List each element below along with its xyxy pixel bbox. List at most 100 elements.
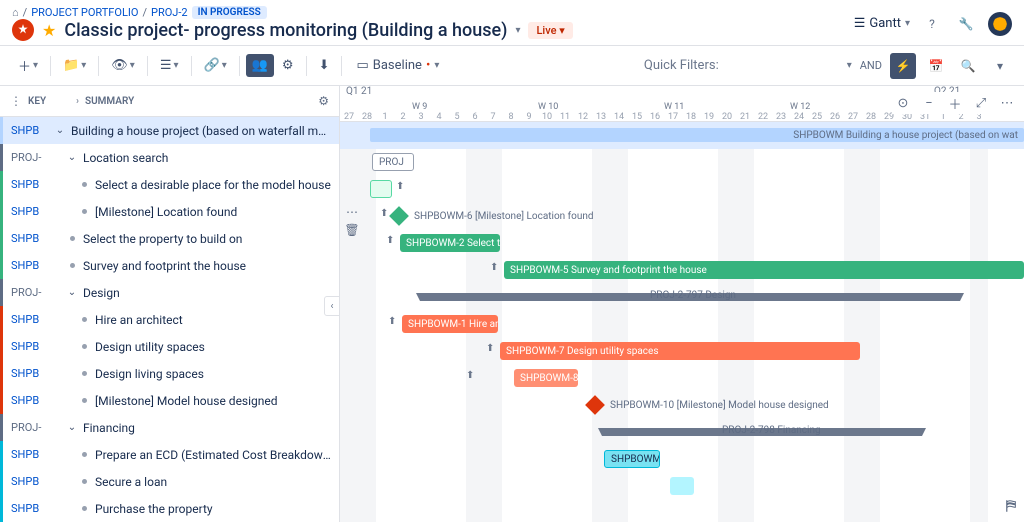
gantt-bar[interactable] <box>670 477 694 495</box>
zoom-out-icon[interactable]: − <box>918 92 940 114</box>
folder-button[interactable]: 📁▾ <box>57 54 92 77</box>
task-row[interactable]: PROJ-⌄Design <box>0 279 339 306</box>
task-row[interactable]: SHPB [Milestone] Model house designed <box>0 387 339 414</box>
gantt-bar[interactable]: SHPBOWM-7 Design utility spaces <box>500 342 860 360</box>
task-key[interactable]: SHPB <box>11 232 53 245</box>
expand-icon[interactable]: ⌄ <box>65 287 79 298</box>
task-list-panel: ⋮ KEY › SUMMARY ⚙ SHPB⌄Building a house … <box>0 86 340 522</box>
main-content: ⋮ KEY › SUMMARY ⚙ SHPB⌄Building a house … <box>0 86 1024 522</box>
task-key[interactable]: PROJ- <box>11 421 53 434</box>
breadcrumb-portfolio[interactable]: PROJECT PORTFOLIO <box>31 6 138 19</box>
task-row[interactable]: SHPBSelect a desirable place for the mod… <box>0 171 339 198</box>
task-row[interactable]: SHPBDesign living spaces <box>0 360 339 387</box>
corner-logo: ⛿ <box>1006 498 1016 514</box>
task-row[interactable]: SHPBSelect the property to build on <box>0 225 339 252</box>
title-dropdown-icon[interactable]: ▾ <box>515 25 520 36</box>
task-key[interactable]: SHPB <box>11 340 53 353</box>
and-label: AND <box>860 59 882 72</box>
task-row[interactable]: SHPBSurvey and footprint the house <box>0 252 339 279</box>
gantt-bar[interactable]: SHPBOWM-5 Survey and footprint the house <box>504 261 1024 279</box>
help-icon[interactable]: ? <box>920 12 944 36</box>
chevron-right-icon: › <box>76 96 79 107</box>
team-button[interactable]: 👥 <box>246 54 274 77</box>
task-row[interactable]: PROJ-⌄Financing <box>0 414 339 441</box>
task-key[interactable]: SHPB <box>11 205 53 218</box>
filter-dropdown-icon[interactable]: ▾ <box>847 60 852 71</box>
task-summary: [Milestone] Location found <box>91 205 237 219</box>
task-key[interactable]: SHPB <box>11 394 53 407</box>
list-button[interactable]: ☰▾ <box>154 54 185 77</box>
task-row[interactable]: SHPBPrepare an ECD (Estimated Cost Break… <box>0 441 339 468</box>
wrench-icon[interactable]: 🔧 <box>954 12 978 36</box>
search-icon[interactable]: 🔍 <box>956 54 980 78</box>
avatar[interactable] <box>988 12 1012 36</box>
task-key[interactable]: SHPB <box>11 124 53 137</box>
gantt-bar[interactable]: PROJ <box>372 153 414 171</box>
column-key[interactable]: KEY <box>28 96 76 107</box>
expand-icon[interactable]: ⌄ <box>65 422 79 433</box>
app-icon <box>12 19 34 41</box>
bolt-button[interactable]: ⚡ <box>890 53 916 79</box>
task-key[interactable]: SHPB <box>11 178 53 191</box>
column-settings-icon[interactable]: ⚙ <box>318 94 329 108</box>
drag-handle-icon[interactable]: ⋮ <box>10 94 22 108</box>
add-button[interactable]: ＋▾ <box>12 52 44 79</box>
milestone-diamond[interactable] <box>585 395 605 415</box>
task-key[interactable]: PROJ- <box>11 286 53 299</box>
collapse-panel-button[interactable]: ‹ <box>324 296 340 316</box>
gantt-bar[interactable] <box>370 180 392 198</box>
gantt-body[interactable]: SHPBOWM Building a house project (based … <box>340 122 1024 522</box>
eye-button[interactable]: 👁▾ <box>105 54 141 77</box>
view-switcher[interactable]: ☰ Gantt ▾ <box>854 16 910 31</box>
gantt-bar[interactable]: SHPBOWM-8 <box>514 369 578 387</box>
zoom-in-icon[interactable]: ＋ <box>944 92 966 114</box>
expand-icon[interactable]: ⤢ <box>970 92 992 114</box>
task-key[interactable]: SHPB <box>11 502 53 515</box>
expand-icon[interactable]: ⌄ <box>65 152 79 163</box>
task-row[interactable]: SHPBSecure a loan <box>0 468 339 495</box>
task-key[interactable]: PROJ- <box>11 151 53 164</box>
summary-label: PROJ-2-798 Financing <box>722 425 821 436</box>
expand-icon[interactable]: ⌄ <box>53 125 67 136</box>
quick-filters-label[interactable]: Quick Filters: <box>644 58 719 73</box>
gantt-bar[interactable]: SHPBOWM-2 Select the pro <box>400 234 500 252</box>
task-row[interactable]: SHPB⌄Building a house project (based on … <box>0 117 339 144</box>
task-key[interactable]: SHPB <box>11 313 53 326</box>
summary-label: PROJ-2-797 Design <box>650 290 736 301</box>
gantt-row: SHPBOWM-6 [Milestone] Location found⬆ <box>340 203 1024 230</box>
chevron-down-icon[interactable]: ▾ <box>988 54 1012 78</box>
target-icon[interactable]: ⊙ <box>892 92 914 114</box>
calendar-button[interactable]: 📅 <box>924 54 948 78</box>
gantt-row: PROJ <box>340 149 1024 176</box>
more-icon[interactable]: ⋯ <box>996 92 1018 114</box>
star-icon[interactable]: ★ <box>42 21 56 40</box>
task-row[interactable]: PROJ-⌄Location search <box>0 144 339 171</box>
more-icon[interactable]: ⋯ <box>346 205 358 219</box>
link-button[interactable]: 🔗▾ <box>198 54 233 77</box>
gear-button[interactable]: ⚙ <box>276 54 300 77</box>
task-key[interactable]: SHPB <box>11 475 53 488</box>
task-row[interactable]: SHPBHire an architect <box>0 306 339 333</box>
gantt-bar[interactable]: SHPBOWM <box>604 450 660 468</box>
gantt-bar[interactable]: SHPBOWM-1 Hire an ar <box>402 315 498 333</box>
baseline-button[interactable]: ▭ Baseline • ▾ <box>348 54 447 77</box>
gantt-row: SHPBOWM-7 Design utility spaces⬆ <box>340 338 1024 365</box>
task-bullet-icon <box>77 371 91 376</box>
task-list-header: ⋮ KEY › SUMMARY ⚙ <box>0 86 339 117</box>
task-key[interactable]: SHPB <box>11 259 53 272</box>
column-summary[interactable]: SUMMARY <box>85 96 134 107</box>
task-key[interactable]: SHPB <box>11 448 53 461</box>
task-summary: [Milestone] Model house designed <box>91 394 278 408</box>
home-icon[interactable]: ⌂ <box>12 6 19 19</box>
breadcrumb-proj[interactable]: PROJ-2 <box>151 6 188 19</box>
task-row[interactable]: SHPBPurchase the property <box>0 495 339 522</box>
page-title: Classic project- progress monitoring (Bu… <box>64 20 507 41</box>
trash-icon[interactable]: 🗑 <box>344 223 359 237</box>
export-button[interactable]: ⬇ <box>313 54 336 77</box>
baseline-icon: ⬆ <box>466 370 474 381</box>
task-row[interactable]: SHPB [Milestone] Location found <box>0 198 339 225</box>
milestone-diamond[interactable] <box>389 206 409 226</box>
task-key[interactable]: SHPB <box>11 367 53 380</box>
baseline-icon: ⬆ <box>396 181 404 192</box>
task-row[interactable]: SHPBDesign utility spaces <box>0 333 339 360</box>
